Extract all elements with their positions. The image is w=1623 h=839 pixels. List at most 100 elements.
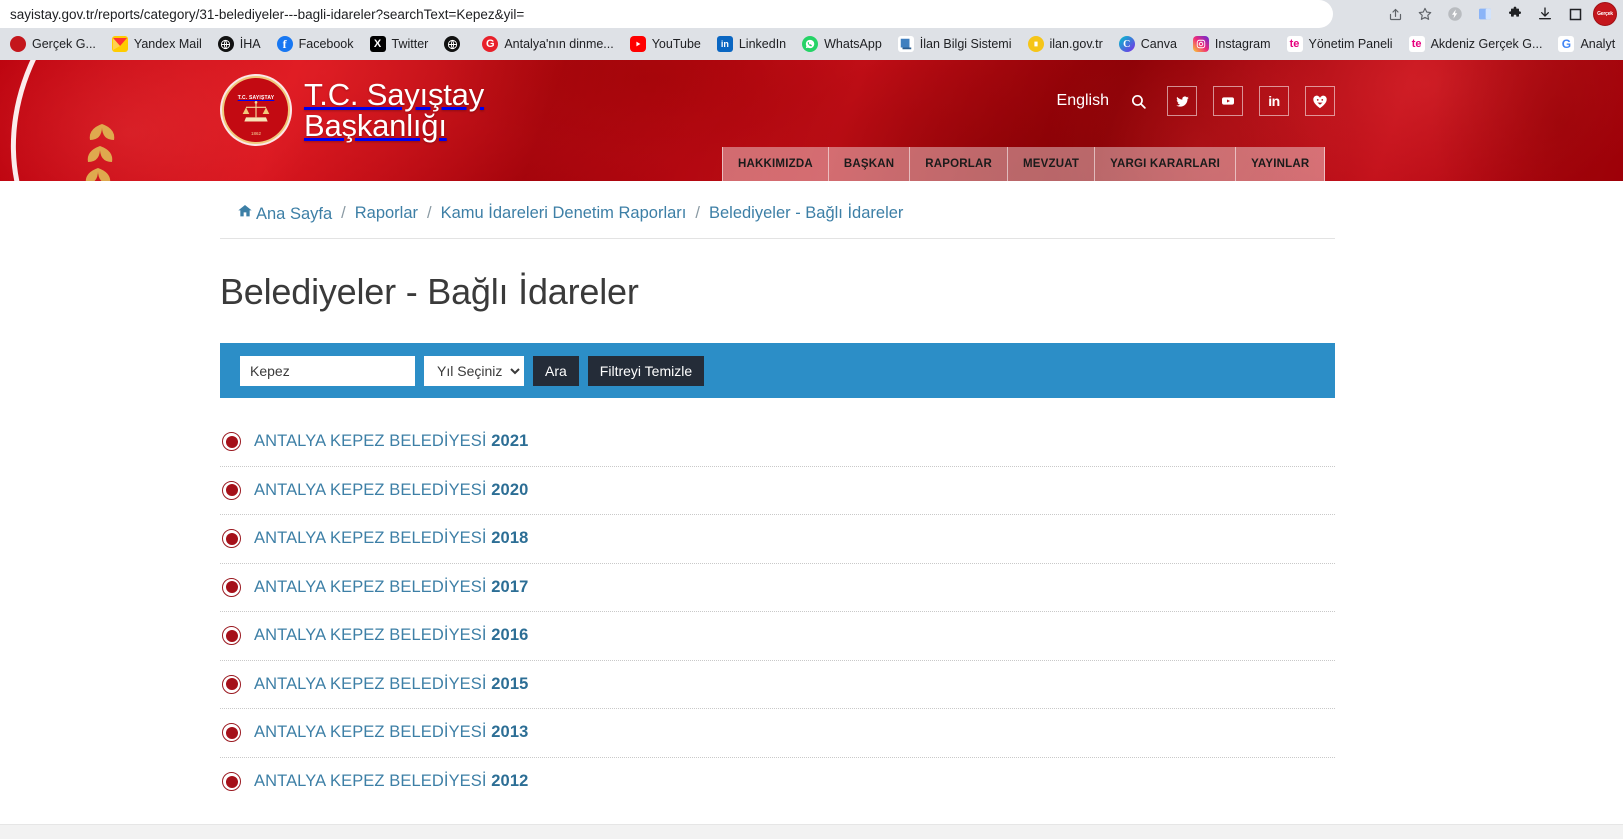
site-icon bbox=[10, 36, 26, 52]
heart-smile-icon[interactable] bbox=[1305, 86, 1335, 116]
search-input[interactable] bbox=[240, 355, 415, 386]
share-icon[interactable] bbox=[1380, 1, 1410, 27]
bookmark-item[interactable]: C Canva bbox=[1111, 33, 1185, 55]
list-item[interactable]: ANTALYA KEPEZ BELEDİYESİ 2018 bbox=[220, 515, 1335, 564]
bookmark-item[interactable]: te Yönetim Paneli bbox=[1279, 33, 1401, 55]
nav-baskan[interactable]: BAŞKAN bbox=[828, 147, 911, 181]
report-name: ANTALYA KEPEZ BELEDİYESİ bbox=[254, 480, 487, 499]
page-body: Ana Sayfa / Raporlar / Kamu İdareleri De… bbox=[0, 181, 1623, 839]
linkedin-icon: in bbox=[716, 36, 733, 52]
list-item[interactable]: ANTALYA KEPEZ BELEDİYESİ 2016 bbox=[220, 612, 1335, 661]
bookmark-item[interactable]: Yandex Mail bbox=[104, 33, 210, 55]
bookmark-star-icon[interactable] bbox=[1410, 1, 1440, 27]
report-link[interactable]: ANTALYA KEPEZ BELEDİYESİ 2020 bbox=[254, 481, 528, 500]
breadcrumb: Ana Sayfa / Raporlar / Kamu İdareleri De… bbox=[220, 181, 1335, 239]
nav-yargi-kararlari[interactable]: YARGI KARARLARI bbox=[1095, 147, 1237, 181]
clear-filter-button[interactable]: Filtreyi Temizle bbox=[587, 355, 705, 386]
report-link[interactable]: ANTALYA KEPEZ BELEDİYESİ 2012 bbox=[254, 772, 528, 791]
list-item[interactable]: ANTALYA KEPEZ BELEDİYESİ 2020 bbox=[220, 467, 1335, 515]
nav-raporlar[interactable]: RAPORLAR bbox=[910, 147, 1008, 181]
report-link[interactable]: ANTALYA KEPEZ BELEDİYESİ 2021 bbox=[254, 432, 528, 451]
site-logo-link[interactable]: T.C. SAYIŞTAY 1862 T.C. Sayıştay Başkanl… bbox=[222, 76, 484, 144]
bookmark-item[interactable]: X Twitter bbox=[362, 33, 437, 55]
bookmark-item[interactable]: in LinkedIn bbox=[709, 33, 794, 55]
report-link[interactable]: ANTALYA KEPEZ BELEDİYESİ 2015 bbox=[254, 675, 528, 694]
extensions-puzzle-icon[interactable] bbox=[1500, 1, 1530, 27]
bookmark-label: ilan.gov.tr bbox=[1049, 37, 1103, 51]
nav-yayinlar[interactable]: YAYINLAR bbox=[1236, 147, 1326, 181]
side-panel-square-icon[interactable] bbox=[1560, 1, 1590, 27]
bookmark-label: Antalya'nın dinme... bbox=[504, 37, 614, 51]
report-name: ANTALYA KEPEZ BELEDİYESİ bbox=[254, 626, 487, 645]
bookmark-item[interactable]: te Akdeniz Gerçek G... bbox=[1401, 33, 1551, 55]
breadcrumb-separator: / bbox=[695, 204, 700, 222]
year-select[interactable]: Yıl Seçiniz 2021 2020 2018 2017 2016 201… bbox=[424, 355, 524, 386]
breadcrumb-item-kamu-idareleri[interactable]: Kamu İdareleri Denetim Raporları bbox=[441, 204, 687, 223]
browser-url-bar: sayistay.gov.tr/reports/category/31-bele… bbox=[0, 0, 1623, 28]
brand-line-2: Başkanlığı bbox=[304, 108, 447, 143]
twitter-x-icon: X bbox=[369, 36, 386, 52]
breadcrumb-item-ana-sayfa[interactable]: Ana Sayfa bbox=[237, 203, 332, 224]
seal-year-text: 1862 bbox=[250, 131, 261, 136]
bookmark-item[interactable]: İlan Bilgi Sistemi bbox=[890, 33, 1020, 55]
bookmark-item[interactable]: ilan.gov.tr bbox=[1020, 33, 1111, 55]
report-link[interactable]: ANTALYA KEPEZ BELEDİYESİ 2017 bbox=[254, 578, 528, 597]
linkedin-icon[interactable]: in bbox=[1259, 86, 1289, 116]
report-name: ANTALYA KEPEZ BELEDİYESİ bbox=[254, 772, 487, 791]
language-switch-link[interactable]: English bbox=[1057, 92, 1109, 110]
report-bullet-icon bbox=[222, 577, 241, 597]
tenten-icon: te bbox=[1286, 36, 1303, 52]
bookmark-item[interactable] bbox=[436, 33, 474, 55]
profile-avatar[interactable]: Gerçek bbox=[1593, 2, 1617, 26]
browser-chrome: sayistay.gov.tr/reports/category/31-bele… bbox=[0, 0, 1623, 60]
report-name: ANTALYA KEPEZ BELEDİYESİ bbox=[254, 432, 487, 451]
bookmark-item[interactable]: İHA bbox=[210, 33, 269, 55]
downloads-icon[interactable] bbox=[1530, 1, 1560, 27]
performance-bolt-icon[interactable] bbox=[1440, 1, 1470, 27]
reading-list-panel-icon[interactable] bbox=[1470, 1, 1500, 27]
header-utility-bar: English in bbox=[1057, 86, 1335, 116]
bookmark-item[interactable]: G Analyt bbox=[1550, 33, 1623, 55]
list-item[interactable]: ANTALYA KEPEZ BELEDİYESİ 2015 bbox=[220, 661, 1335, 709]
browser-toolbar-icons: Gerçek bbox=[1380, 0, 1623, 28]
nav-hakkimizda[interactable]: HAKKIMIZDA bbox=[722, 147, 829, 181]
report-year: 2015 bbox=[491, 674, 529, 693]
filter-bar: Yıl Seçiniz 2021 2020 2018 2017 2016 201… bbox=[220, 343, 1335, 398]
bookmark-item[interactable]: Gerçek G... bbox=[2, 33, 104, 55]
bookmark-label: Canva bbox=[1140, 37, 1177, 51]
report-link[interactable]: ANTALYA KEPEZ BELEDİYESİ 2016 bbox=[254, 626, 528, 645]
list-item[interactable]: ANTALYA KEPEZ BELEDİYESİ 2017 bbox=[220, 564, 1335, 612]
bookmark-label: WhatsApp bbox=[824, 37, 882, 51]
nav-mevzuat[interactable]: MEVZUAT bbox=[1008, 147, 1096, 181]
report-bullet-icon bbox=[222, 529, 241, 549]
list-item[interactable]: ANTALYA KEPEZ BELEDİYESİ 2021 bbox=[220, 418, 1335, 467]
news-g-icon: G bbox=[482, 36, 499, 52]
site-header: T.C. SAYIŞTAY 1862 T.C. Sayıştay Başkanl… bbox=[0, 60, 1623, 181]
bookmark-item[interactable]: G Antalya'nın dinme... bbox=[474, 33, 621, 55]
ilan-bilgi-sistemi-icon bbox=[897, 36, 914, 52]
linkedin-label: in bbox=[1268, 93, 1280, 109]
report-year: 2012 bbox=[491, 772, 529, 791]
url-text[interactable]: sayistay.gov.tr/reports/category/31-bele… bbox=[0, 7, 524, 22]
youtube-icon[interactable] bbox=[1213, 86, 1243, 116]
report-results-list: ANTALYA KEPEZ BELEDİYESİ 2021 ANTALYA KE… bbox=[220, 418, 1335, 806]
list-item[interactable]: ANTALYA KEPEZ BELEDİYESİ 2013 bbox=[220, 709, 1335, 758]
google-analytics-icon: G bbox=[1558, 36, 1575, 52]
report-link[interactable]: ANTALYA KEPEZ BELEDİYESİ 2018 bbox=[254, 529, 528, 548]
main-navigation: HAKKIMIZDA BAŞKAN RAPORLAR MEVZUAT YARGI… bbox=[722, 147, 1326, 181]
bookmark-item[interactable]: Instagram bbox=[1185, 33, 1279, 55]
bookmark-item[interactable]: YouTube bbox=[622, 33, 709, 55]
report-bullet-icon bbox=[222, 674, 241, 694]
list-item[interactable]: ANTALYA KEPEZ BELEDİYESİ 2012 bbox=[220, 758, 1335, 807]
instagram-icon bbox=[1192, 36, 1209, 52]
search-icon[interactable] bbox=[1125, 88, 1151, 114]
search-button[interactable]: Ara bbox=[533, 355, 579, 386]
site-title: T.C. Sayıştay Başkanlığı bbox=[304, 79, 484, 141]
report-name: ANTALYA KEPEZ BELEDİYESİ bbox=[254, 577, 487, 596]
report-link[interactable]: ANTALYA KEPEZ BELEDİYESİ 2013 bbox=[254, 723, 528, 742]
bookmark-item[interactable]: f Facebook bbox=[269, 33, 362, 55]
omnibox[interactable]: sayistay.gov.tr/reports/category/31-bele… bbox=[0, 0, 1333, 28]
breadcrumb-item-raporlar[interactable]: Raporlar bbox=[355, 204, 418, 223]
twitter-icon[interactable] bbox=[1167, 86, 1197, 116]
bookmark-item[interactable]: WhatsApp bbox=[794, 33, 890, 55]
